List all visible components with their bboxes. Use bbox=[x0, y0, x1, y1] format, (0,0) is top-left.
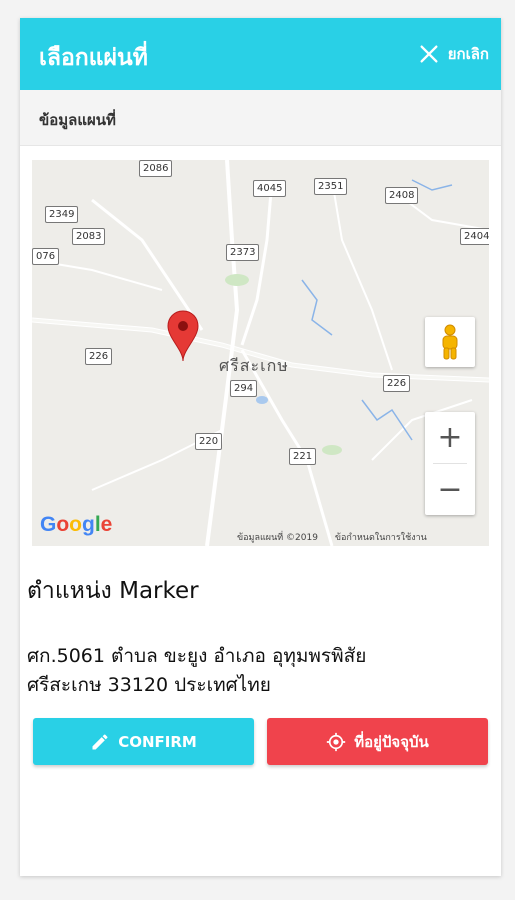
map-picker-card: เลือกแผ่นที่ ยกเลิก ข้อมูลแผนที่ 2086 40… bbox=[20, 18, 501, 876]
road-label: 2408 bbox=[385, 187, 419, 204]
road-label: 226 bbox=[383, 375, 411, 392]
road-label: 2373 bbox=[226, 244, 260, 261]
map-footer: ข้อมูลแผนที่ ©2019 ข้อกำหนดในการใช้งาน bbox=[237, 530, 441, 544]
map-info-bar: ข้อมูลแผนที่ bbox=[20, 90, 501, 146]
map-view[interactable]: 2086 4045 2351 2408 2349 2083 076 2373 2… bbox=[32, 160, 489, 546]
road-label: 2404 bbox=[460, 228, 489, 245]
terms-link[interactable]: ข้อกำหนดในการใช้งาน bbox=[335, 533, 427, 543]
zoom-in-button[interactable]: + bbox=[425, 412, 475, 463]
map-town-label: ศรีสะเกษ bbox=[219, 356, 289, 375]
cancel-label: ยกเลิก bbox=[447, 45, 489, 63]
zoom-controls: + − bbox=[425, 412, 475, 515]
current-location-label: ที่อยู่ปัจจุบัน bbox=[354, 732, 429, 751]
road-label: 226 bbox=[85, 348, 113, 365]
address-line-2: ศรีสะเกษ 33120 ประเทศไทย bbox=[27, 674, 271, 696]
map-info-label: ข้อมูลแผนที่ bbox=[39, 111, 116, 129]
confirm-button[interactable]: CONFIRM bbox=[33, 718, 254, 765]
road-label: 4045 bbox=[253, 180, 287, 197]
road-label: 220 bbox=[195, 433, 223, 450]
close-icon bbox=[420, 45, 438, 63]
road-label: 076 bbox=[32, 248, 60, 265]
position-title: ตำแหน่ง Marker bbox=[27, 578, 199, 604]
app-header: เลือกแผ่นที่ ยกเลิก bbox=[20, 18, 501, 90]
road-label: 2083 bbox=[72, 228, 106, 245]
current-location-button[interactable]: ที่อยู่ปัจจุบัน bbox=[267, 718, 488, 765]
confirm-label: CONFIRM bbox=[118, 732, 197, 751]
road-label: 2349 bbox=[45, 206, 79, 223]
map-marker-icon[interactable] bbox=[167, 310, 199, 362]
page-title: เลือกแผ่นที่ bbox=[39, 45, 148, 71]
street-view-button[interactable] bbox=[425, 317, 475, 367]
map-attribution: ข้อมูลแผนที่ ©2019 bbox=[237, 533, 318, 543]
road-label: 2086 bbox=[139, 160, 173, 177]
road-label: 2351 bbox=[314, 178, 348, 195]
road-label: 294 bbox=[230, 380, 258, 397]
address-text: ศก.5061 ตำบล ขะยูง อำเภอ อุทุมพรพิสัย ศร… bbox=[27, 642, 487, 700]
cancel-button[interactable]: ยกเลิก bbox=[418, 42, 489, 66]
road-label: 221 bbox=[289, 448, 317, 465]
google-logo: Google bbox=[40, 513, 113, 536]
crosshair-icon bbox=[327, 732, 346, 751]
pencil-icon bbox=[92, 733, 108, 749]
address-line-1: ศก.5061 ตำบล ขะยูง อำเภอ อุทุมพรพิสัย bbox=[27, 645, 367, 667]
pegman-icon bbox=[442, 324, 458, 360]
zoom-out-button[interactable]: − bbox=[425, 464, 475, 515]
